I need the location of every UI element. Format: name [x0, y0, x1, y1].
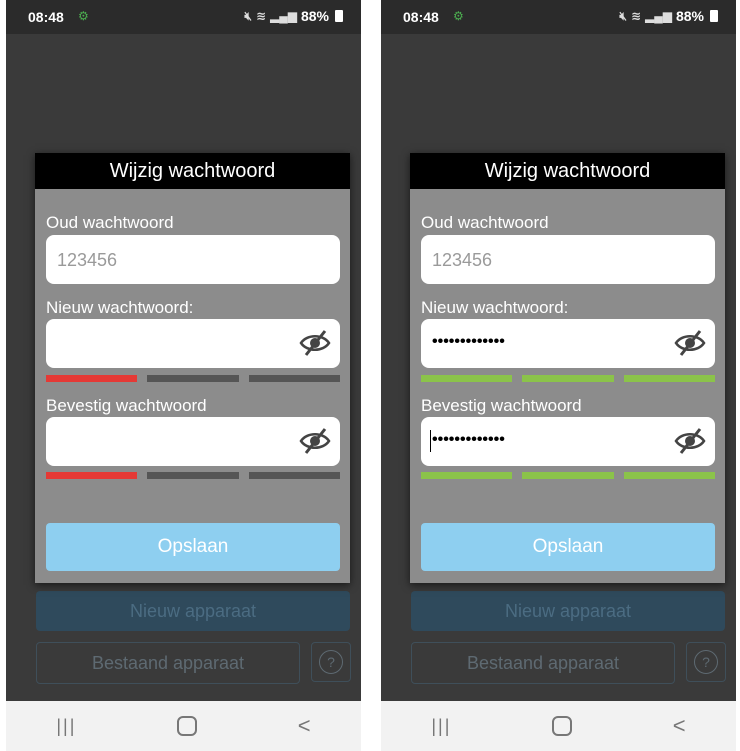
strength-segment: [147, 472, 239, 479]
confirm-password-label: Bevestig wachtwoord: [421, 396, 582, 415]
battery-icon: [710, 10, 718, 22]
new-password-field[interactable]: •••••••••••••: [421, 319, 715, 368]
old-password-label: Oud wachtwoord: [46, 213, 174, 232]
battery-percentage: 88%: [300, 8, 329, 24]
navigation-bar: ||| <: [381, 701, 736, 751]
save-button[interactable]: Opslaan: [46, 523, 340, 571]
help-button[interactable]: ?: [686, 642, 726, 682]
eye-slash-icon[interactable]: [298, 427, 332, 455]
new-password-label: Nieuw wachtwoord:: [421, 298, 569, 317]
new-password-strength-meter: [46, 375, 340, 382]
existing-device-button[interactable]: Bestaand apparaat: [411, 642, 675, 684]
back-button[interactable]: <: [673, 713, 686, 739]
strength-segment: [147, 375, 239, 382]
strength-segment: [421, 375, 513, 382]
wifi-icon: ≋: [630, 9, 641, 23]
new-device-button[interactable]: Nieuw apparaat: [36, 591, 350, 631]
help-icon: ?: [694, 650, 718, 674]
strength-segment: [46, 375, 138, 382]
back-button[interactable]: <: [298, 713, 311, 739]
old-password-placeholder: 123456: [432, 250, 493, 270]
status-bar: 08:48 ⚙ 🔇︎ ≋ ▂▄▆ 88%: [6, 0, 361, 34]
mute-icon: 🔇︎: [619, 8, 627, 23]
text-cursor: [430, 430, 431, 452]
confirm-password-value: •••••••••••••: [432, 431, 505, 448]
strength-segment: [421, 472, 513, 479]
signal-icon: ▂▄▆: [645, 9, 672, 23]
strength-segment: [623, 472, 715, 479]
status-indicators: 🔇︎ ≋ ▂▄▆ 88%: [244, 8, 343, 24]
change-password-dialog: Wijzig wachtwoord Oud wachtwoord 123456 …: [35, 153, 350, 583]
strength-segment: [248, 472, 340, 479]
strength-segment: [46, 472, 138, 479]
dialog-title: Wijzig wachtwoord: [35, 153, 350, 189]
confirm-password-field[interactable]: •••••••••••••: [421, 417, 715, 466]
save-button[interactable]: Opslaan: [421, 523, 715, 571]
strength-segment: [522, 472, 614, 479]
eye-slash-icon[interactable]: [673, 427, 707, 455]
help-icon: ?: [319, 650, 343, 674]
old-password-field[interactable]: 123456: [46, 235, 340, 284]
confirm-password-strength-meter: [46, 472, 340, 479]
recent-apps-button[interactable]: |||: [431, 716, 451, 737]
signal-icon: ▂▄▆: [270, 9, 297, 23]
battery-icon: [335, 10, 343, 22]
mute-icon: 🔇︎: [244, 8, 252, 23]
home-button[interactable]: [177, 716, 198, 736]
strength-segment: [248, 375, 340, 382]
old-password-label: Oud wachtwoord: [421, 213, 549, 232]
status-bar: 08:48 ⚙ 🔇︎ ≋ ▂▄▆ 88%: [381, 0, 736, 34]
new-password-field[interactable]: [46, 319, 340, 368]
new-password-label: Nieuw wachtwoord:: [46, 298, 194, 317]
navigation-bar: ||| <: [6, 701, 361, 751]
new-password-strength-meter: [421, 375, 715, 382]
confirm-password-field[interactable]: [46, 417, 340, 466]
phone-screen-left: 08:48 ⚙ 🔇︎ ≋ ▂▄▆ 88% Nieuw apparaat Best…: [6, 0, 361, 751]
status-time: 08:48: [28, 9, 64, 25]
phone-screen-right: 08:48 ⚙ 🔇︎ ≋ ▂▄▆ 88% Nieuw apparaat Best…: [381, 0, 736, 751]
home-button[interactable]: [552, 716, 573, 736]
battery-percentage: 88%: [675, 8, 704, 24]
new-password-value: •••••••••••••: [432, 333, 505, 350]
status-indicators: 🔇︎ ≋ ▂▄▆ 88%: [619, 8, 718, 24]
existing-device-button[interactable]: Bestaand apparaat: [36, 642, 300, 684]
dialog-title: Wijzig wachtwoord: [410, 153, 725, 189]
wifi-icon: ≋: [255, 9, 266, 23]
confirm-password-strength-meter: [421, 472, 715, 479]
confirm-password-label: Bevestig wachtwoord: [46, 396, 207, 415]
eye-slash-icon[interactable]: [298, 329, 332, 357]
settings-notification-icon: ⚙: [78, 9, 89, 23]
strength-segment: [623, 375, 715, 382]
help-button[interactable]: ?: [311, 642, 351, 682]
settings-notification-icon: ⚙: [453, 9, 464, 23]
old-password-placeholder: 123456: [57, 250, 118, 270]
old-password-field[interactable]: 123456: [421, 235, 715, 284]
strength-segment: [522, 375, 614, 382]
eye-slash-icon[interactable]: [673, 329, 707, 357]
new-device-button[interactable]: Nieuw apparaat: [411, 591, 725, 631]
recent-apps-button[interactable]: |||: [56, 716, 76, 737]
status-time: 08:48: [403, 9, 439, 25]
change-password-dialog: Wijzig wachtwoord Oud wachtwoord 123456 …: [410, 153, 725, 583]
